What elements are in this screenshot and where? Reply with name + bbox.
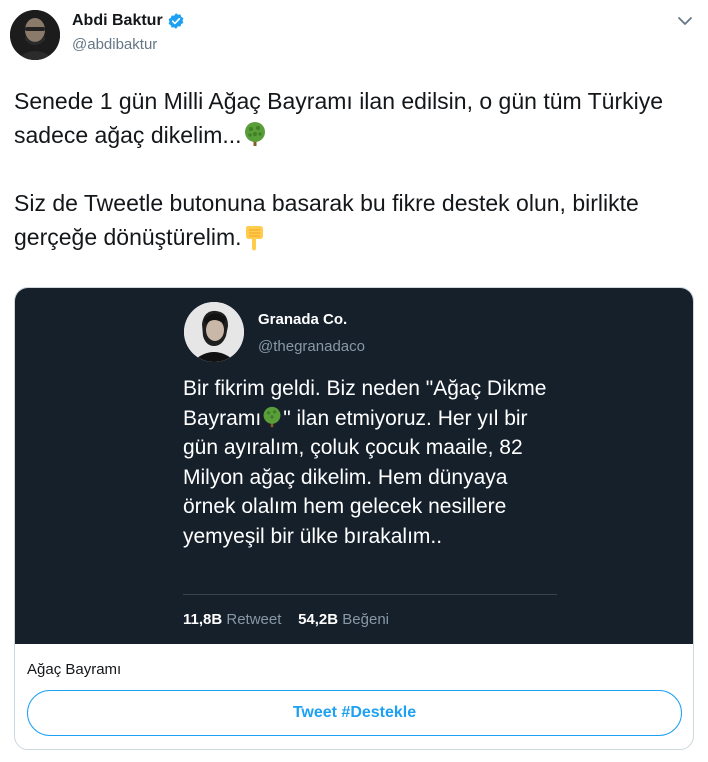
embedded-tweet-paragraph: Bir fikrim geldi. Biz neden "Ağaç Dikme …: [183, 374, 563, 551]
tweet-card[interactable]: Granada Co. @thegranadaco Bir fikrim gel…: [14, 287, 694, 750]
pointing-down-hand-icon: [245, 226, 263, 251]
retweet-count: 11,8B: [183, 611, 223, 628]
card-screenshot-image[interactable]: Granada Co. @thegranadaco Bir fikrim gel…: [15, 288, 693, 644]
tweet-paragraph-1-text: Senede 1 gün Milli Ağaç Bayramı ilan edi…: [14, 88, 664, 148]
author-handle[interactable]: @abdibaktur: [72, 36, 157, 53]
author-display-name[interactable]: Abdi Baktur: [72, 12, 163, 30]
embedded-stats: 11,8B Retweet 54,2B Beğeni: [183, 611, 389, 628]
tweet-paragraph-2-text: Siz de Tweetle butonuna basarak bu fikre…: [14, 190, 639, 250]
tweet-header: Abdi Baktur @abdibaktur: [0, 0, 708, 70]
tree-emoji-icon: [244, 122, 265, 146]
tweet-paragraph-1: Senede 1 gün Milli Ağaç Bayramı ilan edi…: [14, 84, 698, 152]
like-count: 54,2B: [298, 611, 339, 628]
author-avatar[interactable]: [10, 10, 60, 60]
embedded-display-name: Granada Co.: [258, 311, 348, 328]
embedded-divider: [183, 594, 557, 595]
like-label: Beğeni: [342, 611, 389, 628]
card-title: Ağaç Bayramı: [27, 661, 122, 678]
embedded-handle: @thegranadaco: [258, 338, 365, 355]
embedded-tweet-text: Bir fikrim geldi. Biz neden "Ağaç Dikme …: [183, 374, 563, 551]
embedded-user-avatar-icon: [184, 302, 244, 362]
embedded-tree-emoji-icon: [263, 406, 281, 427]
tweet-destekle-button[interactable]: Tweet #Destekle: [27, 690, 682, 736]
tweet-text: Senede 1 gün Milli Ağaç Bayramı ilan edi…: [14, 84, 698, 254]
embedded-avatar: [184, 302, 244, 362]
author-name-row: Abdi Baktur: [72, 12, 185, 30]
tweet-paragraph-2: Siz de Tweetle butonuna basarak bu fikre…: [14, 186, 698, 254]
chevron-down-icon[interactable]: [676, 12, 694, 30]
user-avatar-icon: [10, 10, 60, 60]
retweet-label: Retweet: [226, 611, 282, 628]
verified-badge-icon: [168, 13, 184, 29]
